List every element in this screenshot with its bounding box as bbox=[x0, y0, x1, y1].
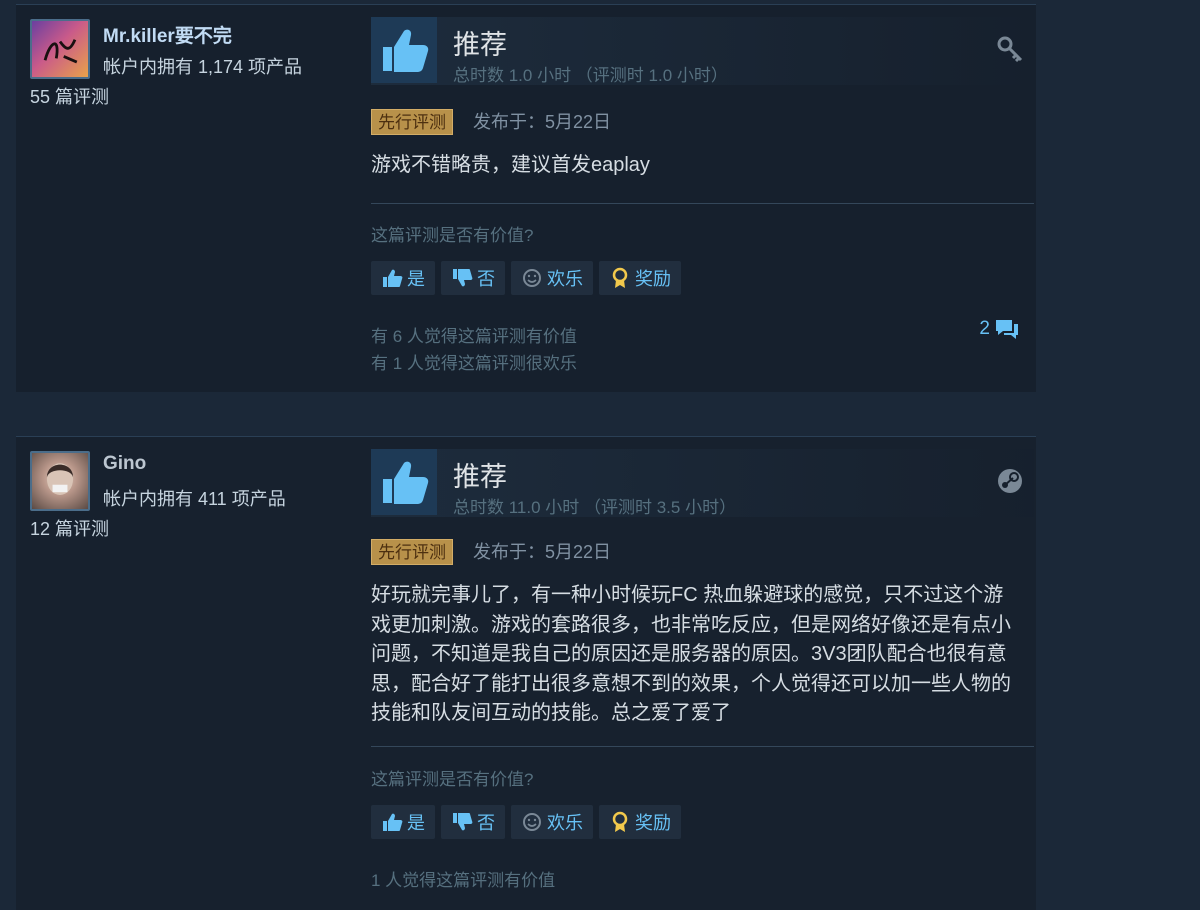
review-header[interactable]: 推荐 总时数 11.0 小时 （评测时 3.5 小时） bbox=[371, 449, 1034, 517]
helpful-count: 1 人觉得这篇评测有价值 bbox=[371, 871, 556, 890]
vote-buttons: 是 否 欢乐 奖励 bbox=[371, 805, 681, 839]
smiley-icon bbox=[523, 813, 541, 831]
thumbs-up-icon bbox=[383, 269, 403, 287]
avatar[interactable] bbox=[30, 19, 90, 79]
posted-date: 发布于：5月22日 bbox=[473, 542, 612, 562]
award-button[interactable]: 奖励 bbox=[599, 261, 681, 295]
reviewer-info: Gino 帐户内拥有 411 项产品 12 篇评测 bbox=[16, 437, 356, 910]
reviewer-info: Mr.killer要不完 帐户内拥有 1,174 项产品 55 篇评测 bbox=[16, 5, 356, 392]
vote-funny-label: 欢乐 bbox=[547, 813, 583, 833]
review-header[interactable]: 推荐 总时数 1.0 小时 （评测时 1.0 小时） bbox=[371, 17, 1034, 85]
key-icon bbox=[997, 36, 1023, 63]
review-content: 推荐 总时数 1.0 小时 （评测时 1.0 小时） 先行评测 发布于：5月22… bbox=[371, 5, 1034, 392]
vote-funny-label: 欢乐 bbox=[547, 269, 583, 289]
helpful-question: 这篇评测是否有价值? bbox=[371, 226, 534, 245]
award-button[interactable]: 奖励 bbox=[599, 805, 681, 839]
review-body: 好玩就完事儿了，有一种小时候玩FC 热血躲避球的感觉，只不过这个游戏更加刺激。游… bbox=[371, 584, 1011, 724]
review-body: 游戏不错略贵，建议首发eaplay bbox=[371, 154, 650, 176]
review-verdict: 推荐 bbox=[453, 30, 507, 60]
review-content: 推荐 总时数 11.0 小时 （评测时 3.5 小时） 先行评测 发布于：5月2… bbox=[371, 437, 1034, 910]
divider bbox=[371, 203, 1034, 204]
early-access-badge: 先行评测 bbox=[371, 109, 453, 135]
review-card: Mr.killer要不完 帐户内拥有 1,174 项产品 55 篇评测 推荐 总… bbox=[16, 4, 1036, 392]
award-label: 奖励 bbox=[635, 813, 671, 833]
award-label: 奖励 bbox=[635, 269, 671, 289]
playtime-hours: 总时数 11.0 小时 （评测时 3.5 小时） bbox=[453, 498, 737, 517]
early-access-badge: 先行评测 bbox=[371, 539, 453, 565]
user-products-count[interactable]: 帐户内拥有 411 项产品 bbox=[103, 485, 286, 511]
vote-buttons: 是 否 欢乐 奖励 bbox=[371, 261, 681, 295]
award-medal-icon bbox=[612, 811, 628, 832]
thumbs-up-icon bbox=[383, 813, 403, 831]
vote-no-button[interactable]: 否 bbox=[441, 805, 505, 839]
vote-no-button[interactable]: 否 bbox=[441, 261, 505, 295]
comments-link[interactable]: 2 bbox=[979, 317, 1020, 341]
user-reviews-count[interactable]: 55 篇评测 bbox=[30, 83, 109, 109]
vote-funny-button[interactable]: 欢乐 bbox=[511, 805, 593, 839]
vote-funny-button[interactable]: 欢乐 bbox=[511, 261, 593, 295]
steam-icon bbox=[998, 469, 1022, 493]
vote-yes-label: 是 bbox=[407, 269, 425, 289]
avatar-image bbox=[43, 39, 78, 64]
thumbs-down-icon bbox=[453, 269, 473, 287]
vote-no-label: 否 bbox=[477, 269, 495, 289]
posted-date: 发布于：5月22日 bbox=[473, 112, 612, 132]
thumbs-up-icon bbox=[371, 449, 437, 515]
vote-no-label: 否 bbox=[477, 813, 495, 833]
thumbs-up-icon bbox=[371, 17, 437, 83]
divider bbox=[371, 746, 1034, 747]
vote-yes-label: 是 bbox=[407, 813, 425, 833]
funny-count: 有 1 人觉得这篇评测很欢乐 bbox=[371, 354, 577, 373]
playtime-hours: 总时数 1.0 小时 （评测时 1.0 小时） bbox=[453, 66, 728, 85]
avatar[interactable] bbox=[30, 451, 90, 511]
vote-yes-button[interactable]: 是 bbox=[371, 805, 435, 839]
user-name[interactable]: Mr.killer要不完 bbox=[103, 21, 232, 48]
helpful-count: 有 6 人觉得这篇评测有价值 bbox=[371, 327, 577, 346]
review-verdict: 推荐 bbox=[453, 462, 507, 492]
thumbs-down-icon bbox=[453, 813, 473, 831]
avatar-image bbox=[46, 463, 74, 495]
user-name[interactable]: Gino bbox=[103, 453, 146, 475]
helpful-question: 这篇评测是否有价值? bbox=[371, 770, 534, 789]
award-medal-icon bbox=[612, 267, 628, 288]
smiley-icon bbox=[523, 269, 541, 287]
review-card: Gino 帐户内拥有 411 项产品 12 篇评测 推荐 总时数 11.0 小时… bbox=[16, 436, 1036, 910]
comment-count: 2 bbox=[979, 318, 990, 339]
user-products-count[interactable]: 帐户内拥有 1,174 项产品 bbox=[103, 53, 302, 79]
user-reviews-count[interactable]: 12 篇评测 bbox=[30, 515, 109, 541]
comment-bubble-icon bbox=[996, 320, 1018, 339]
vote-yes-button[interactable]: 是 bbox=[371, 261, 435, 295]
